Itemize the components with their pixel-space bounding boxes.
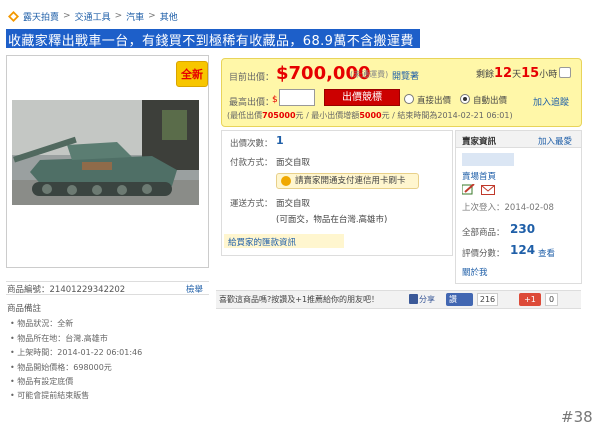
bid-count-label: 出價次數： [230, 139, 273, 149]
item-note-text: 物品狀況：全新 [17, 319, 74, 328]
breadcrumb-cars[interactable]: 汽車 [126, 10, 144, 23]
bid-note-suffix: 元 / 結束時間為2014-02-21 06:01) [381, 111, 513, 120]
ruten-logo-icon [8, 10, 19, 22]
countdown-days: 12 [494, 66, 513, 81]
google-plus-count: 0 [545, 293, 558, 306]
seller-info-title: 賣家資訊 [462, 137, 497, 147]
min-bid-value: 705000 [262, 111, 296, 120]
page-number-tag: #38 [561, 408, 593, 426]
facebook-share-button[interactable]: 分享 [409, 293, 439, 306]
seller-name-blurred[interactable] [462, 153, 514, 166]
max-bid-label: 最高出價： [229, 98, 275, 108]
bid-amount-input[interactable] [279, 89, 315, 106]
share-prompt: 喜歡這商品嗎?按讚及+1推薦給你的朋友吧！ [219, 295, 380, 304]
item-note-text: 可能會提前結束販售 [17, 391, 90, 400]
payment-value: 面交自取 [276, 158, 311, 168]
item-note: • 物品開始價格：698000元 [10, 363, 112, 372]
auto-bid-radio[interactable] [460, 94, 470, 104]
add-favorite-link[interactable]: 加入最愛 [538, 135, 572, 147]
countdown-hours: 15 [521, 66, 540, 81]
breadcrumb-home[interactable]: 露天拍賣 [23, 10, 59, 23]
bid-rules-note: (最低出價705000元 / 最小出價增額5000元 / 結束時間為2014-0… [227, 110, 513, 121]
currency-symbol: $ [272, 95, 278, 105]
seller-store-link[interactable]: 賣場首頁 [462, 170, 496, 182]
item-notes-title: 商品備註 [7, 304, 42, 314]
rating-score-link[interactable]: 124 [510, 243, 535, 257]
google-plus-button[interactable]: +1 [519, 293, 541, 306]
facebook-like-count: 216 [477, 293, 498, 306]
item-note: • 物品狀況：全新 [10, 319, 74, 328]
item-note: • 上架時間：2014-01-22 06:01:46 [10, 348, 143, 357]
countdown-hours-unit: 小時 [539, 70, 558, 80]
item-note-text: 物品有設定底價 [17, 377, 74, 386]
breadcrumb-separator: > [148, 11, 156, 21]
condition-badge: 全新 [176, 61, 208, 87]
open-bids-link[interactable]: 開覽著 [392, 69, 419, 82]
page-title: 收藏家釋出戰車一台，有錢買不到極稀有收藏品，68.9萬不含搬運費 [8, 34, 414, 49]
last-login: 上次登入：2014-02-08 [462, 203, 554, 213]
credit-card-promo-button[interactable]: 請賣家開通支付連信用卡刷卡 [276, 173, 419, 189]
item-id: 商品編號：21401229342202 [7, 285, 126, 295]
item-note-text: 物品開始價格：698000元 [17, 363, 112, 372]
countdown: 剩餘12天15小時 [476, 66, 557, 81]
view-ratings-link[interactable]: 查看 [538, 247, 555, 259]
bid-note-mid: 元 / 最小出價增額 [295, 111, 360, 120]
breadcrumb-separator: > [63, 11, 71, 21]
mail-icon[interactable] [481, 185, 495, 195]
shipping-value: 面交自取 [276, 199, 311, 209]
bid-increment-value: 5000 [359, 111, 382, 120]
rating-label: 評價分數： [462, 249, 505, 259]
auto-bid-label[interactable]: 自動出價 [473, 94, 507, 106]
breadcrumb-other[interactable]: 其他 [160, 10, 178, 23]
total-items-label: 全部商品： [462, 228, 505, 238]
item-note-text: 物品所在地：台灣.高雄市 [17, 334, 108, 343]
edit-icon[interactable] [462, 184, 475, 195]
bid-count-link[interactable]: 1 [276, 134, 284, 147]
total-items-link[interactable]: 230 [510, 222, 535, 236]
add-to-watchlist-link[interactable]: 加入追蹤 [533, 95, 569, 108]
facebook-like-button[interactable]: 讚 [446, 293, 473, 306]
item-note-text: 上架時間：2014-01-22 06:01:46 [17, 348, 143, 357]
item-note: • 物品所在地：台灣.高雄市 [10, 334, 108, 343]
shipping-location-note: (可面交，物品在台灣.高雄市) [276, 215, 388, 225]
breadcrumb-separator: > [114, 11, 123, 21]
direct-bid-radio[interactable] [404, 94, 414, 104]
tank-photo[interactable] [12, 100, 199, 205]
shipping-note: (未通運費) [350, 70, 389, 79]
breadcrumb-vehicles[interactable]: 交通工具 [75, 10, 111, 23]
countdown-prefix: 剩餘 [476, 70, 495, 80]
clock-icon [559, 67, 571, 78]
shipping-label: 運送方式： [230, 199, 273, 209]
remittance-info-link[interactable]: 給買家的匯款資訊 [228, 236, 296, 248]
countdown-days-unit: 天 [512, 70, 522, 80]
bid-note-prefix: (最低出價 [227, 111, 263, 120]
direct-bid-label[interactable]: 直接出價 [417, 94, 451, 106]
current-bid-label: 目前出價： [229, 73, 275, 83]
place-bid-button[interactable]: 出價競標 [324, 89, 400, 106]
promo-icon [281, 176, 291, 186]
report-link[interactable]: 檢舉 [186, 283, 203, 295]
item-note: • 可能會提前結束販售 [10, 391, 90, 400]
about-seller-link[interactable]: 關於我 [462, 266, 488, 278]
item-note: • 物品有設定底價 [10, 377, 74, 386]
payment-label: 付款方式： [230, 158, 273, 168]
breadcrumb: 露天拍賣 > 交通工具 > 汽車 > 其他 [8, 9, 178, 23]
